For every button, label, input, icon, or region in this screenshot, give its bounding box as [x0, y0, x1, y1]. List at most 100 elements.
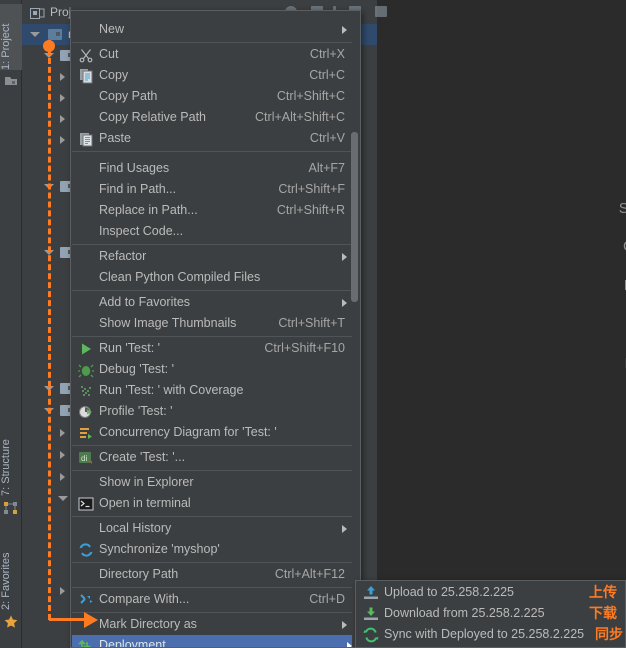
submenu-item-label: Download from 25.258.2.225	[384, 606, 545, 620]
chevron-right-icon[interactable]	[60, 115, 65, 123]
menu-item-find-usages[interactable]: Find Usages Alt+F7	[72, 158, 355, 179]
profile-icon	[78, 404, 94, 420]
menu-item-label: Compare With...	[99, 592, 190, 606]
chevron-right-icon[interactable]	[60, 429, 65, 437]
menu-item-directory-path[interactable]: Directory Path Ctrl+Alt+F12	[72, 564, 355, 585]
synchronize-icon	[78, 542, 94, 558]
create-config-icon: di	[78, 450, 94, 466]
chevron-down-icon[interactable]	[58, 496, 68, 501]
menu-item-replace-in-path[interactable]: Replace in Path... Ctrl+Shift+R	[72, 200, 355, 221]
sidebar-item-project[interactable]: 1: Project	[0, 4, 22, 70]
menu-item-local-history[interactable]: Local History	[72, 518, 355, 539]
menu-item-label: Add to Favorites	[99, 295, 191, 309]
menu-item-cut[interactable]: Cut Ctrl+X	[72, 44, 355, 65]
sidebar-item-label: 7: Structure	[0, 439, 12, 496]
menu-item-label: Copy Relative Path	[99, 110, 207, 124]
menu-item-label: New	[99, 22, 125, 36]
sidebar-item-favorites[interactable]: 2: Favorites	[0, 528, 22, 610]
menu-scrollbar-thumb[interactable]	[351, 132, 358, 302]
menu-item-deployment[interactable]: Deployment	[72, 635, 360, 648]
scissors-icon	[78, 47, 94, 63]
menu-item-clean-python-compiled-files[interactable]: Clean Python Compiled Files	[72, 267, 355, 288]
submenu-item-sync[interactable]: Sync with Deployed to 25.258.2.225 同步	[357, 624, 625, 645]
menu-item-label: Show in Explorer	[99, 475, 194, 489]
download-icon	[363, 606, 379, 622]
chevron-right-icon[interactable]	[60, 73, 65, 81]
sidebar-item-structure[interactable]: 7: Structure	[0, 416, 22, 496]
menu-item-synchronize[interactable]: Synchronize 'myshop'	[72, 539, 355, 560]
menu-item-run-test[interactable]: Run 'Test: ' Ctrl+Shift+F10	[72, 338, 355, 359]
menu-item-show-image-thumbnails[interactable]: Show Image Thumbnails Ctrl+Shift+T	[72, 313, 355, 334]
menu-item-label: Clean Python Compiled Files	[99, 270, 261, 284]
menu-item-refactor[interactable]: Refactor	[72, 246, 355, 267]
concurrency-icon	[78, 425, 94, 441]
menu-item-paste[interactable]: Paste Ctrl+V	[72, 128, 355, 149]
chevron-right-icon[interactable]	[60, 473, 65, 481]
menu-item-create-test-config[interactable]: di Create 'Test: '...	[72, 447, 355, 468]
menu-item-debug-test[interactable]: Debug 'Test: '	[72, 359, 355, 380]
deployment-submenu[interactable]: Upload to 25.258.2.225 上传 Download from …	[355, 580, 626, 648]
menu-item-label: Synchronize 'myshop'	[99, 542, 220, 556]
menu-item-label: Concurrency Diagram for 'Test: '	[99, 425, 277, 439]
run-icon	[78, 341, 94, 357]
chevron-right-icon[interactable]	[60, 136, 65, 144]
menu-item-label: Find Usages	[99, 161, 170, 175]
menu-item-label: Copy	[99, 68, 129, 82]
menu-item-label: Mark Directory as	[99, 617, 197, 631]
hint-search-everywhere: Search Ev	[618, 200, 626, 217]
submenu-item-download[interactable]: Download from 25.258.2.225 下载	[357, 603, 625, 624]
menu-item-accel: Ctrl+Alt+F12	[274, 567, 345, 581]
annotation-dashed-line	[48, 40, 51, 620]
ide-window: Search Ev Go to File Recent Fi Navigatio…	[0, 0, 626, 648]
menu-item-label: Inspect Code...	[99, 224, 184, 238]
menu-scrollbar[interactable]	[351, 12, 359, 647]
chevron-down-icon[interactable]	[30, 32, 40, 37]
menu-item-open-in-terminal[interactable]: Open in terminal	[72, 493, 355, 514]
upload-icon	[363, 585, 379, 601]
folder-icon	[48, 29, 62, 40]
menu-item-accel: Ctrl+D	[309, 592, 345, 606]
menu-item-accel: Ctrl+X	[309, 47, 345, 61]
menu-item-add-to-favorites[interactable]: Add to Favorites	[72, 292, 355, 313]
chevron-right-icon	[342, 525, 347, 533]
chevron-right-icon[interactable]	[60, 451, 65, 459]
menu-item-label: Run 'Test: '	[99, 341, 161, 355]
menu-item-accel: Ctrl+Shift+C	[276, 89, 345, 103]
menu-item-label: Profile 'Test: '	[99, 404, 173, 418]
annotation-arrow-line	[49, 618, 87, 621]
menu-item-copy-relative-path[interactable]: Copy Relative Path Ctrl+Alt+Shift+C	[72, 107, 355, 128]
menu-item-label: Create 'Test: '...	[99, 450, 186, 464]
menu-item-new[interactable]: New	[72, 19, 355, 40]
menu-item-concurrency-diagram[interactable]: Concurrency Diagram for 'Test: '	[72, 422, 355, 443]
menu-item-label: Directory Path	[99, 567, 179, 581]
debug-icon	[78, 362, 94, 378]
coverage-icon	[78, 383, 94, 399]
chevron-right-icon[interactable]	[60, 94, 65, 102]
menu-item-compare-with[interactable]: Compare With... Ctrl+D	[72, 589, 355, 610]
chevron-right-icon[interactable]	[60, 587, 65, 595]
chevron-right-icon	[342, 253, 347, 261]
menu-item-run-with-coverage[interactable]: Run 'Test: ' with Coverage	[72, 380, 355, 401]
chevron-right-icon	[342, 621, 347, 629]
project-icon	[3, 72, 19, 88]
menu-item-show-in-explorer[interactable]: Show in Explorer	[72, 472, 355, 493]
compare-icon	[78, 592, 94, 608]
context-menu[interactable]: New Cut Ctrl+X Copy Ctrl+C Copy Path Ctr…	[70, 10, 361, 648]
structure-icon	[3, 500, 19, 516]
menu-item-accel: Ctrl+C	[309, 68, 345, 82]
menu-item-profile-test[interactable]: Profile 'Test: '	[72, 401, 355, 422]
menu-item-accel: Alt+F7	[308, 161, 345, 175]
menu-item-mark-directory-as[interactable]: Mark Directory as	[72, 614, 355, 635]
menu-item-accel: Ctrl+Shift+F10	[264, 341, 345, 355]
menu-item-label: Deployment	[99, 638, 166, 648]
editor-background: Search Ev Go to File Recent Fi Navigatio…	[377, 0, 626, 648]
sync-icon	[363, 627, 379, 643]
menu-item-copy[interactable]: Copy Ctrl+C	[72, 65, 355, 86]
menu-item-copy-path[interactable]: Copy Path Ctrl+Shift+C	[72, 86, 355, 107]
annotation-download: 下载	[589, 605, 617, 621]
menu-item-inspect-code[interactable]: Inspect Code...	[72, 221, 355, 242]
menu-item-find-in-path[interactable]: Find in Path... Ctrl+Shift+F	[72, 179, 355, 200]
sidebar-item-label: 2: Favorites	[0, 552, 12, 610]
annotation-upload: 上传	[589, 584, 617, 600]
submenu-item-upload[interactable]: Upload to 25.258.2.225 上传	[357, 582, 625, 603]
